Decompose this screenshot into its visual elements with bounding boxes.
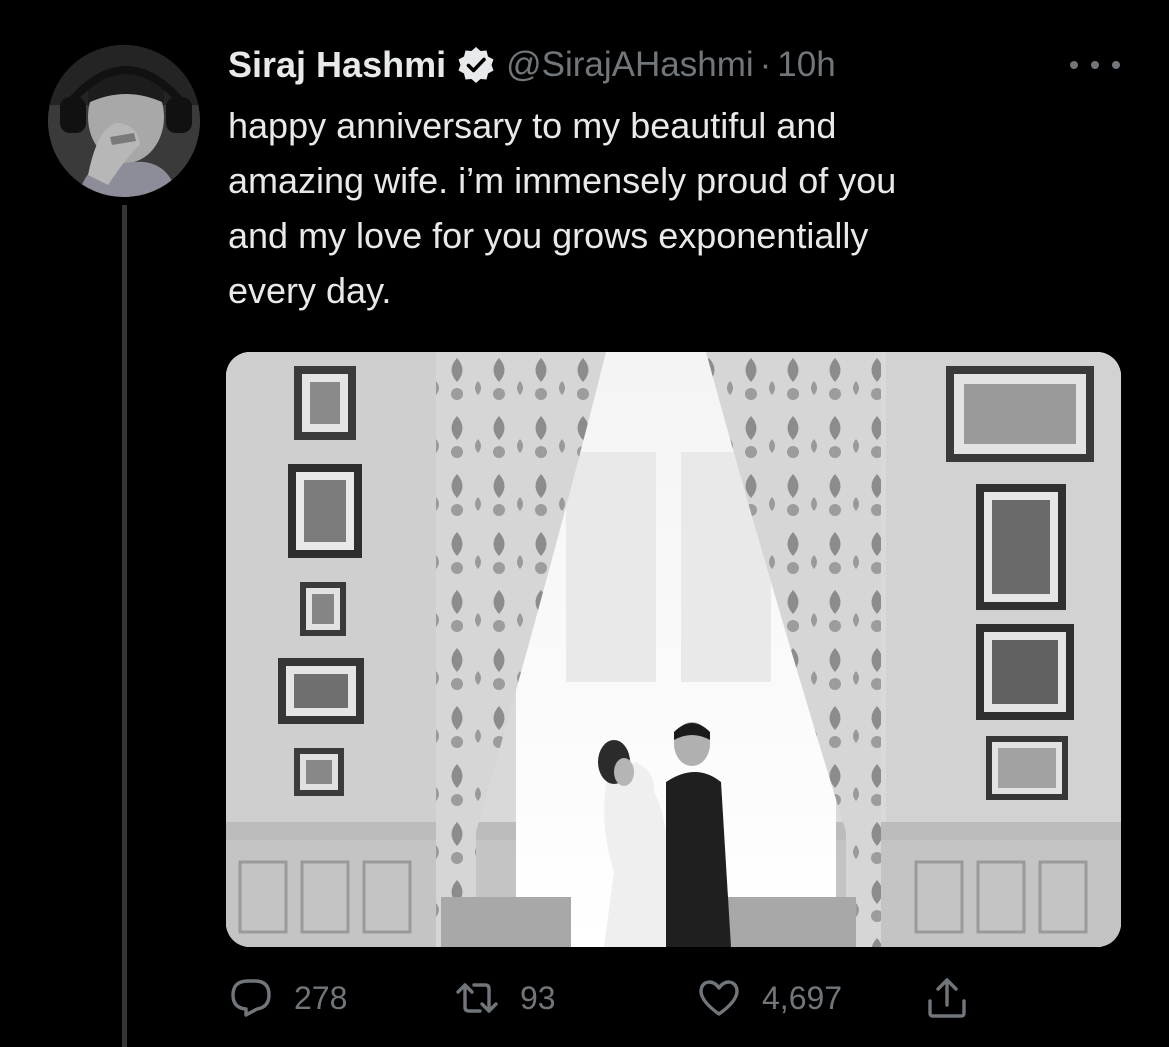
avatar-photo <box>48 45 200 197</box>
tweet-actions: 278 93 4,697 <box>228 972 1008 1024</box>
share-button[interactable] <box>924 972 970 1024</box>
more-options-button[interactable] <box>1070 55 1120 75</box>
separator-dot: · <box>759 45 772 84</box>
avatar[interactable] <box>48 45 200 197</box>
retweet-icon <box>456 983 498 1013</box>
tweet: Siraj Hashmi @SirajAHashmi · 10h happy a… <box>0 0 1169 1047</box>
reply-button[interactable]: 278 <box>228 972 347 1024</box>
retweet-count: 93 <box>520 979 556 1016</box>
tweet-timestamp[interactable]: 10h <box>777 45 835 85</box>
reply-icon <box>231 979 271 1017</box>
like-icon <box>699 980 739 1016</box>
share-icon <box>928 978 966 1018</box>
reply-count: 278 <box>294 979 348 1016</box>
more-icon-dot-2 <box>1091 61 1099 69</box>
like-count: 4,697 <box>762 979 843 1016</box>
tweet-text: happy anniversary to my beautiful and am… <box>228 105 897 311</box>
verified-badge-icon <box>456 45 496 85</box>
like-button[interactable]: 4,697 <box>696 972 842 1024</box>
tweet-photo[interactable] <box>226 352 1121 947</box>
more-icon-dot-3 <box>1112 61 1120 69</box>
photo-icon <box>226 352 1121 947</box>
retweet-button[interactable]: 93 <box>454 972 556 1024</box>
thread-line <box>122 205 127 1047</box>
author-handle[interactable]: @SirajAHashmi <box>506 45 754 85</box>
display-name[interactable]: Siraj Hashmi <box>228 44 446 86</box>
more-icon-dot-1 <box>1070 61 1078 69</box>
tweet-header: Siraj Hashmi @SirajAHashmi · 10h <box>228 40 836 90</box>
